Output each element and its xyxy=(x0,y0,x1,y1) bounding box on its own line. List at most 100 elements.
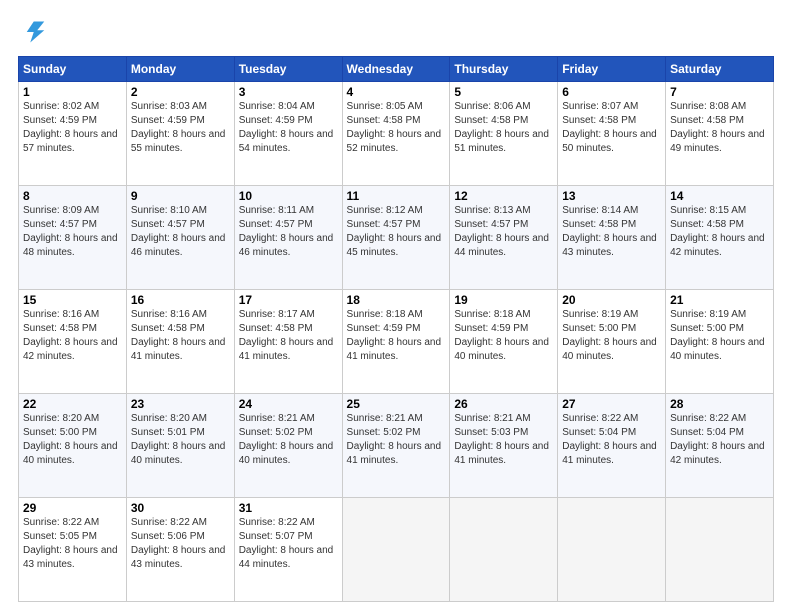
calendar-cell: 16 Sunrise: 8:16 AMSunset: 4:58 PMDaylig… xyxy=(126,290,234,394)
day-detail: Sunrise: 8:19 AMSunset: 5:00 PMDaylight:… xyxy=(562,309,657,362)
day-number: 9 xyxy=(131,189,230,203)
day-number: 10 xyxy=(239,189,338,203)
day-number: 23 xyxy=(131,397,230,411)
day-number: 30 xyxy=(131,501,230,515)
weekday-header-tuesday: Tuesday xyxy=(234,57,342,82)
calendar-cell: 22 Sunrise: 8:20 AMSunset: 5:00 PMDaylig… xyxy=(19,394,127,498)
day-detail: Sunrise: 8:22 AMSunset: 5:04 PMDaylight:… xyxy=(670,413,765,466)
day-detail: Sunrise: 8:10 AMSunset: 4:57 PMDaylight:… xyxy=(131,205,226,258)
calendar-cell: 13 Sunrise: 8:14 AMSunset: 4:58 PMDaylig… xyxy=(558,186,666,290)
calendar-cell: 29 Sunrise: 8:22 AMSunset: 5:05 PMDaylig… xyxy=(19,498,127,602)
header xyxy=(18,18,774,46)
day-detail: Sunrise: 8:07 AMSunset: 4:58 PMDaylight:… xyxy=(562,101,657,154)
calendar-cell: 19 Sunrise: 8:18 AMSunset: 4:59 PMDaylig… xyxy=(450,290,558,394)
weekday-header-thursday: Thursday xyxy=(450,57,558,82)
calendar-cell: 18 Sunrise: 8:18 AMSunset: 4:59 PMDaylig… xyxy=(342,290,450,394)
day-number: 21 xyxy=(670,293,769,307)
calendar-cell: 4 Sunrise: 8:05 AMSunset: 4:58 PMDayligh… xyxy=(342,82,450,186)
calendar-cell xyxy=(558,498,666,602)
calendar-cell: 26 Sunrise: 8:21 AMSunset: 5:03 PMDaylig… xyxy=(450,394,558,498)
logo-icon xyxy=(18,18,46,46)
day-number: 24 xyxy=(239,397,338,411)
day-detail: Sunrise: 8:08 AMSunset: 4:58 PMDaylight:… xyxy=(670,101,765,154)
day-detail: Sunrise: 8:21 AMSunset: 5:02 PMDaylight:… xyxy=(347,413,442,466)
calendar-cell: 10 Sunrise: 8:11 AMSunset: 4:57 PMDaylig… xyxy=(234,186,342,290)
day-number: 12 xyxy=(454,189,553,203)
calendar-cell: 8 Sunrise: 8:09 AMSunset: 4:57 PMDayligh… xyxy=(19,186,127,290)
day-number: 18 xyxy=(347,293,446,307)
calendar-cell xyxy=(666,498,774,602)
calendar-cell: 30 Sunrise: 8:22 AMSunset: 5:06 PMDaylig… xyxy=(126,498,234,602)
calendar-cell: 1 Sunrise: 8:02 AMSunset: 4:59 PMDayligh… xyxy=(19,82,127,186)
calendar-cell: 20 Sunrise: 8:19 AMSunset: 5:00 PMDaylig… xyxy=(558,290,666,394)
day-number: 31 xyxy=(239,501,338,515)
calendar-cell: 6 Sunrise: 8:07 AMSunset: 4:58 PMDayligh… xyxy=(558,82,666,186)
calendar-cell: 11 Sunrise: 8:12 AMSunset: 4:57 PMDaylig… xyxy=(342,186,450,290)
calendar-cell xyxy=(450,498,558,602)
day-detail: Sunrise: 8:16 AMSunset: 4:58 PMDaylight:… xyxy=(23,309,118,362)
calendar-cell: 9 Sunrise: 8:10 AMSunset: 4:57 PMDayligh… xyxy=(126,186,234,290)
weekday-header-saturday: Saturday xyxy=(666,57,774,82)
calendar-cell: 17 Sunrise: 8:17 AMSunset: 4:58 PMDaylig… xyxy=(234,290,342,394)
day-number: 3 xyxy=(239,85,338,99)
calendar-cell: 27 Sunrise: 8:22 AMSunset: 5:04 PMDaylig… xyxy=(558,394,666,498)
day-detail: Sunrise: 8:03 AMSunset: 4:59 PMDaylight:… xyxy=(131,101,226,154)
day-number: 5 xyxy=(454,85,553,99)
day-detail: Sunrise: 8:16 AMSunset: 4:58 PMDaylight:… xyxy=(131,309,226,362)
day-detail: Sunrise: 8:18 AMSunset: 4:59 PMDaylight:… xyxy=(347,309,442,362)
logo xyxy=(18,18,50,46)
day-number: 1 xyxy=(23,85,122,99)
day-detail: Sunrise: 8:06 AMSunset: 4:58 PMDaylight:… xyxy=(454,101,549,154)
day-detail: Sunrise: 8:22 AMSunset: 5:07 PMDaylight:… xyxy=(239,517,334,570)
day-detail: Sunrise: 8:19 AMSunset: 5:00 PMDaylight:… xyxy=(670,309,765,362)
day-detail: Sunrise: 8:22 AMSunset: 5:06 PMDaylight:… xyxy=(131,517,226,570)
day-detail: Sunrise: 8:12 AMSunset: 4:57 PMDaylight:… xyxy=(347,205,442,258)
day-detail: Sunrise: 8:09 AMSunset: 4:57 PMDaylight:… xyxy=(23,205,118,258)
day-detail: Sunrise: 8:22 AMSunset: 5:05 PMDaylight:… xyxy=(23,517,118,570)
weekday-header-wednesday: Wednesday xyxy=(342,57,450,82)
day-detail: Sunrise: 8:15 AMSunset: 4:58 PMDaylight:… xyxy=(670,205,765,258)
day-number: 15 xyxy=(23,293,122,307)
day-detail: Sunrise: 8:17 AMSunset: 4:58 PMDaylight:… xyxy=(239,309,334,362)
day-number: 16 xyxy=(131,293,230,307)
day-detail: Sunrise: 8:22 AMSunset: 5:04 PMDaylight:… xyxy=(562,413,657,466)
calendar-cell xyxy=(342,498,450,602)
weekday-header-sunday: Sunday xyxy=(19,57,127,82)
calendar-cell: 31 Sunrise: 8:22 AMSunset: 5:07 PMDaylig… xyxy=(234,498,342,602)
calendar-cell: 28 Sunrise: 8:22 AMSunset: 5:04 PMDaylig… xyxy=(666,394,774,498)
calendar-cell: 23 Sunrise: 8:20 AMSunset: 5:01 PMDaylig… xyxy=(126,394,234,498)
day-number: 22 xyxy=(23,397,122,411)
page: SundayMondayTuesdayWednesdayThursdayFrid… xyxy=(0,0,792,612)
day-detail: Sunrise: 8:05 AMSunset: 4:58 PMDaylight:… xyxy=(347,101,442,154)
day-number: 29 xyxy=(23,501,122,515)
weekday-header-monday: Monday xyxy=(126,57,234,82)
day-detail: Sunrise: 8:18 AMSunset: 4:59 PMDaylight:… xyxy=(454,309,549,362)
day-number: 26 xyxy=(454,397,553,411)
day-detail: Sunrise: 8:02 AMSunset: 4:59 PMDaylight:… xyxy=(23,101,118,154)
calendar-cell: 21 Sunrise: 8:19 AMSunset: 5:00 PMDaylig… xyxy=(666,290,774,394)
day-number: 17 xyxy=(239,293,338,307)
day-detail: Sunrise: 8:04 AMSunset: 4:59 PMDaylight:… xyxy=(239,101,334,154)
day-number: 25 xyxy=(347,397,446,411)
calendar-cell: 24 Sunrise: 8:21 AMSunset: 5:02 PMDaylig… xyxy=(234,394,342,498)
day-number: 8 xyxy=(23,189,122,203)
day-detail: Sunrise: 8:21 AMSunset: 5:02 PMDaylight:… xyxy=(239,413,334,466)
calendar-table: SundayMondayTuesdayWednesdayThursdayFrid… xyxy=(18,56,774,602)
day-number: 7 xyxy=(670,85,769,99)
day-number: 28 xyxy=(670,397,769,411)
day-number: 6 xyxy=(562,85,661,99)
day-detail: Sunrise: 8:21 AMSunset: 5:03 PMDaylight:… xyxy=(454,413,549,466)
day-detail: Sunrise: 8:14 AMSunset: 4:58 PMDaylight:… xyxy=(562,205,657,258)
weekday-header-friday: Friday xyxy=(558,57,666,82)
day-detail: Sunrise: 8:20 AMSunset: 5:01 PMDaylight:… xyxy=(131,413,226,466)
calendar-cell: 25 Sunrise: 8:21 AMSunset: 5:02 PMDaylig… xyxy=(342,394,450,498)
calendar-cell: 7 Sunrise: 8:08 AMSunset: 4:58 PMDayligh… xyxy=(666,82,774,186)
day-number: 27 xyxy=(562,397,661,411)
calendar-cell: 12 Sunrise: 8:13 AMSunset: 4:57 PMDaylig… xyxy=(450,186,558,290)
day-detail: Sunrise: 8:11 AMSunset: 4:57 PMDaylight:… xyxy=(239,205,334,258)
calendar-cell: 15 Sunrise: 8:16 AMSunset: 4:58 PMDaylig… xyxy=(19,290,127,394)
day-number: 19 xyxy=(454,293,553,307)
day-detail: Sunrise: 8:20 AMSunset: 5:00 PMDaylight:… xyxy=(23,413,118,466)
calendar-cell: 14 Sunrise: 8:15 AMSunset: 4:58 PMDaylig… xyxy=(666,186,774,290)
day-number: 11 xyxy=(347,189,446,203)
